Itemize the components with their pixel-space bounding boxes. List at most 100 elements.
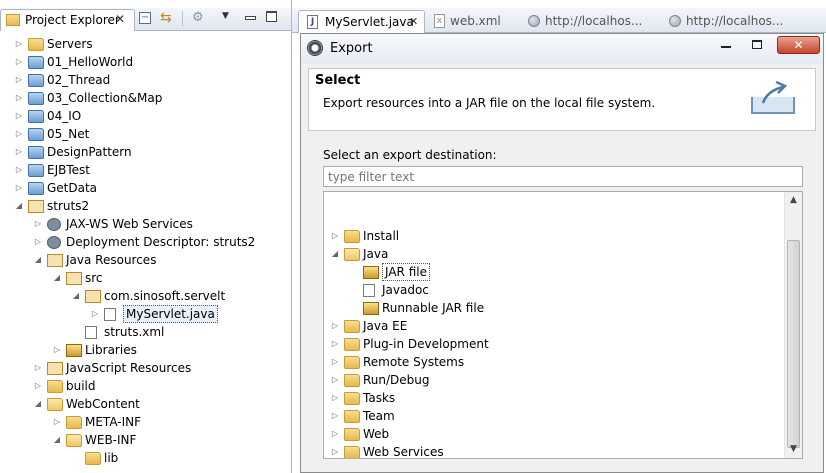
minimize-icon[interactable]	[721, 46, 731, 48]
wizard-tree-item[interactable]: ▷ Tasks	[324, 389, 784, 407]
collapsed-arrow-icon[interactable]: ▷	[14, 107, 24, 125]
wizard-tree-item[interactable]: ◢ Java	[324, 245, 784, 263]
expanded-arrow-icon[interactable]: ◢	[52, 431, 62, 449]
vertical-scrollbar[interactable]: ▲ ▼	[784, 192, 802, 458]
project-icon	[28, 74, 44, 87]
collapsed-arrow-icon[interactable]: ▷	[14, 71, 24, 89]
collapsed-arrow-icon[interactable]: ▷	[330, 389, 340, 407]
tree-item[interactable]: ◢ Java Resources	[0, 251, 290, 269]
tree-item[interactable]: ▷ JavaScript Resources	[0, 359, 290, 377]
filters-icon[interactable]: ⚙	[192, 10, 204, 25]
tree-item[interactable]: ◢ WEB-INF	[0, 431, 290, 449]
expanded-arrow-icon[interactable]: ◢	[330, 245, 340, 263]
wizard-tree-item[interactable]: ▷ Plug-in Development	[324, 335, 784, 353]
filter-input[interactable]	[323, 166, 803, 187]
scroll-down-icon[interactable]: ▼	[785, 441, 802, 458]
collapsed-arrow-icon[interactable]: ▷	[330, 317, 340, 335]
collapsed-arrow-icon[interactable]: ▷	[330, 443, 340, 458]
tab-myservlet-java[interactable]: J MyServlet.java ✕	[298, 10, 425, 33]
tab-project-explorer[interactable]: Project Explorer ✕	[0, 9, 135, 31]
expanded-arrow-icon[interactable]: ◢	[14, 197, 24, 215]
folder-icon	[28, 38, 44, 51]
wizard-tree-item[interactable]: Runnable JAR file	[324, 299, 784, 317]
folder-icon	[344, 428, 360, 441]
dialog-titlebar[interactable]: Export ✕	[301, 34, 823, 64]
tree-item[interactable]: ▷ 02_Thread	[0, 71, 290, 89]
tree-item[interactable]: ▷ META-INF	[0, 413, 290, 431]
tree-item[interactable]: ▷ JAX-WS Web Services	[0, 215, 290, 233]
folder-icon	[344, 248, 360, 261]
scrollbar-thumb[interactable]	[787, 240, 800, 448]
collapsed-arrow-icon[interactable]: ▷	[330, 335, 340, 353]
tree-item[interactable]: ▷ DesignPattern	[0, 143, 290, 161]
tree-item[interactable]: ▷ Deployment Descriptor: struts2	[0, 233, 290, 251]
collapsed-arrow-icon[interactable]: ▷	[14, 35, 24, 53]
collapsed-arrow-icon[interactable]: ▷	[330, 227, 340, 245]
collapsed-arrow-icon[interactable]: ▷	[90, 305, 100, 323]
view-menu-chevron-down-icon[interactable]: ▼	[222, 11, 229, 21]
tree-item[interactable]: ◢ WebContent	[0, 395, 290, 413]
tree-item[interactable]: ▷ MyServlet.java	[0, 305, 290, 323]
java-resources-icon	[47, 254, 63, 267]
collapsed-arrow-icon[interactable]: ▷	[14, 89, 24, 107]
tab-web-xml[interactable]: x web.xml	[432, 10, 522, 32]
tab-localhost-2[interactable]: http://localhos...	[667, 10, 797, 32]
wizard-tree-item[interactable]: ▷ Install	[324, 227, 784, 245]
collapsed-arrow-icon[interactable]: ▷	[14, 125, 24, 143]
expanded-arrow-icon[interactable]: ◢	[52, 269, 62, 287]
maximize-icon[interactable]	[752, 40, 762, 49]
source-folder-icon	[66, 272, 82, 285]
wizard-tree-item[interactable]: ▷ Web	[324, 425, 784, 443]
tree-item[interactable]: ▷ EJBTest	[0, 161, 290, 179]
link-with-editor-icon[interactable]: ⇆	[160, 10, 172, 26]
tree-item[interactable]: ◢ src	[0, 269, 290, 287]
collapsed-arrow-icon[interactable]: ▷	[14, 161, 24, 179]
tree-item-label: WebContent	[66, 397, 140, 411]
tree-item[interactable]: ▷ 05_Net	[0, 125, 290, 143]
collapsed-arrow-icon[interactable]: ▷	[14, 179, 24, 197]
collapsed-arrow-icon[interactable]: ▷	[14, 143, 24, 161]
wizard-tree-item[interactable]: ▷ Java EE	[324, 317, 784, 335]
collapsed-arrow-icon[interactable]: ▷	[52, 341, 62, 359]
collapsed-arrow-icon[interactable]: ▷	[33, 215, 43, 233]
minimize-view-icon[interactable]	[245, 16, 256, 20]
expanded-arrow-icon[interactable]: ◢	[33, 251, 43, 269]
wizard-tree-item[interactable]: ▷ Run/Debug	[324, 371, 784, 389]
tree-item[interactable]: ◢ com.sinosoft.servelt	[0, 287, 290, 305]
tree-item[interactable]: struts.xml	[0, 323, 290, 341]
tab-localhost-1[interactable]: http://localhos...	[526, 10, 656, 32]
maximize-view-icon[interactable]	[266, 11, 277, 22]
tree-item[interactable]: ◢ struts2	[0, 197, 290, 215]
wizard-tree-item[interactable]: ▷ Web Services	[324, 443, 784, 458]
collapsed-arrow-icon[interactable]: ▷	[330, 353, 340, 371]
collapsed-arrow-icon[interactable]: ▷	[14, 53, 24, 71]
java-file-icon: J	[307, 15, 318, 29]
collapsed-arrow-icon[interactable]: ▷	[33, 233, 43, 251]
scroll-up-icon[interactable]: ▲	[785, 192, 802, 209]
tree-item[interactable]: ▷ build	[0, 377, 290, 395]
tree-item[interactable]: ▷ 04_IO	[0, 107, 290, 125]
collapsed-arrow-icon[interactable]: ▷	[52, 413, 62, 431]
collapse-all-icon[interactable]: −	[139, 12, 151, 24]
tree-item[interactable]: ▷ 01_HelloWorld	[0, 53, 290, 71]
collapsed-arrow-icon[interactable]: ▷	[330, 425, 340, 443]
wizard-tree-item[interactable]: ▷ Team	[324, 407, 784, 425]
close-icon[interactable]: ✕	[409, 11, 418, 33]
collapsed-arrow-icon[interactable]: ▷	[330, 371, 340, 389]
tree-item[interactable]: ▷ Libraries	[0, 341, 290, 359]
close-icon[interactable]: ✕	[115, 12, 125, 26]
collapsed-arrow-icon[interactable]: ▷	[33, 359, 43, 377]
collapsed-arrow-icon[interactable]: ▷	[330, 407, 340, 425]
tree-item[interactable]: ▷ GetData	[0, 179, 290, 197]
close-button[interactable]: ✕	[777, 36, 820, 54]
wizard-tree-item[interactable]: JAR file	[324, 263, 784, 281]
collapsed-arrow-icon[interactable]: ▷	[33, 377, 43, 395]
expanded-arrow-icon[interactable]: ◢	[33, 395, 43, 413]
web-services-icon	[47, 218, 61, 231]
tree-item[interactable]: lib	[0, 449, 290, 467]
expanded-arrow-icon[interactable]: ◢	[71, 287, 81, 305]
wizard-tree-item[interactable]: ▷ Remote Systems	[324, 353, 784, 371]
wizard-tree-item[interactable]: Javadoc	[324, 281, 784, 299]
tree-item[interactable]: ▷ 03_Collection&Map	[0, 89, 290, 107]
tree-item[interactable]: ▷ Servers	[0, 35, 290, 53]
